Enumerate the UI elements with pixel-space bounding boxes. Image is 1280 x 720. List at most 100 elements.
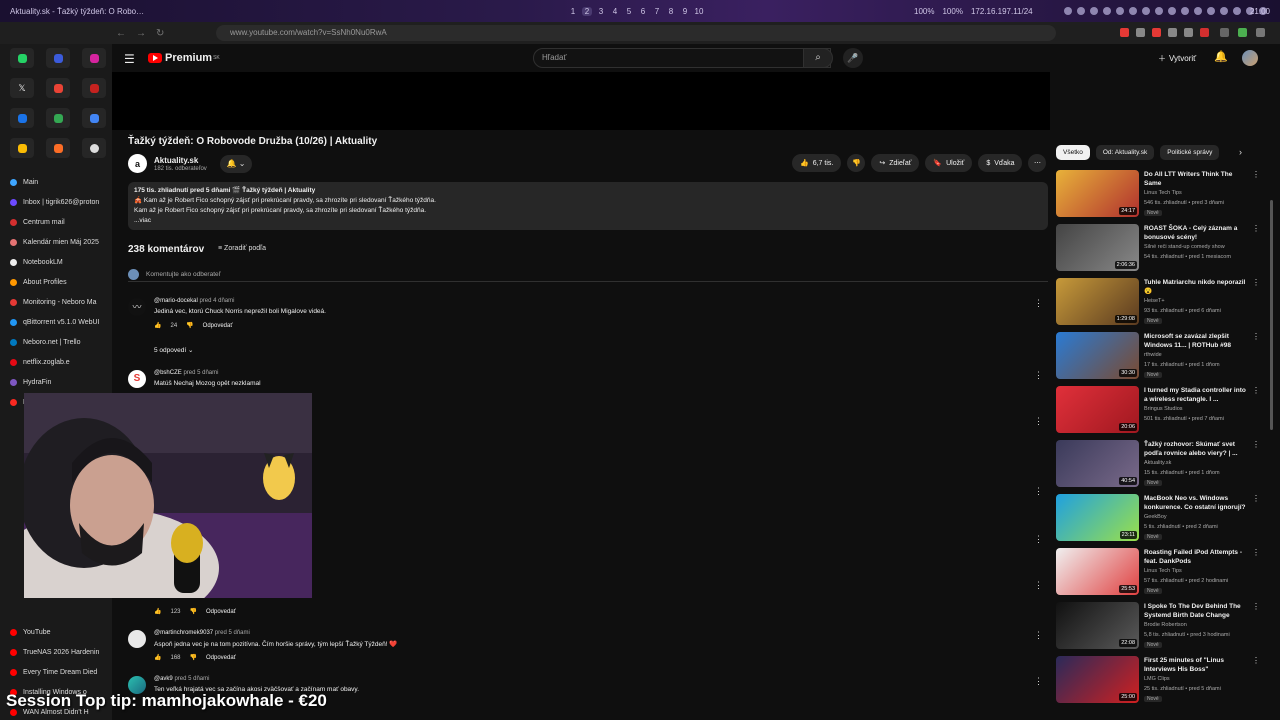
show-more-link[interactable]: ...viac <box>134 216 1042 226</box>
video-menu-icon[interactable]: ⋮ <box>1252 440 1260 449</box>
gitlab-icon[interactable] <box>46 138 70 158</box>
avatar[interactable] <box>1242 50 1258 66</box>
menu-icon[interactable] <box>1256 28 1265 37</box>
add-comment-input[interactable]: Komentujte ako odberateľ <box>146 271 221 278</box>
extension-icon[interactable] <box>1220 28 1229 37</box>
thumbs-up-icon[interactable]: 👍 <box>154 322 161 329</box>
channel-name[interactable]: Brodie Robertson <box>1144 622 1187 628</box>
thumbs-down-icon[interactable]: 👎 <box>186 322 193 329</box>
comment-author-handle[interactable]: @martinchromek9037 <box>154 630 213 636</box>
search-icon[interactable]: ⌕ <box>803 48 833 68</box>
hamburger-menu-icon[interactable]: ☰ <box>124 52 135 66</box>
recommended-video[interactable]: 2:06:36 ROAST ŠOKA - Celý záznam a bonuso… <box>1056 224 1266 272</box>
video-thumbnail[interactable]: 1:29:08 <box>1056 278 1139 325</box>
video-menu-icon[interactable]: ⋮ <box>1252 224 1260 233</box>
reply-button[interactable]: Odpovedať <box>206 655 236 661</box>
back-icon[interactable]: ← <box>116 28 126 39</box>
workspace-5[interactable]: 5 <box>624 7 634 16</box>
filter-chip[interactable]: Politické správy <box>1160 145 1220 160</box>
workspace-6[interactable]: 6 <box>638 7 648 16</box>
comment-author-handle[interactable]: @bshCZE <box>154 370 182 376</box>
extension-icon[interactable] <box>1136 28 1145 37</box>
comment-author-handle[interactable]: @mario-docekal <box>154 298 198 304</box>
filter-chip[interactable]: Od: Aktuality.sk <box>1095 145 1155 160</box>
video-menu-icon[interactable]: ⋮ <box>1252 602 1260 611</box>
show-replies-button[interactable]: 5 odpovedí ⌄ <box>154 346 193 354</box>
sidebar-tab[interactable]: netflix.zoglab.e <box>0 352 112 372</box>
save-button[interactable]: 🔖 Uložiť <box>925 154 973 172</box>
workspace-2[interactable]: 2 <box>582 6 592 16</box>
sidebar-tab[interactable]: Inbox | tigrik626@proton <box>0 192 112 212</box>
thumbs-up-icon[interactable]: 👍 <box>154 608 161 615</box>
video-menu-icon[interactable]: ⋮ <box>1252 332 1260 341</box>
video-thumbnail[interactable]: 30:30 <box>1056 332 1139 379</box>
sidebar-tab[interactable]: qBittorrent v5.1.0 WebUI <box>0 312 112 332</box>
thumbs-up-icon[interactable]: 👍 <box>154 654 161 661</box>
video-thumbnail[interactable]: 2:06:36 <box>1056 224 1139 271</box>
comment-menu-icon[interactable]: ⋮ <box>1034 580 1043 591</box>
thumbs-down-icon[interactable]: 👎 <box>190 608 197 615</box>
video-menu-icon[interactable]: ⋮ <box>1252 494 1260 503</box>
reply-button[interactable]: Odpovedať <box>206 609 236 615</box>
comment-menu-icon[interactable]: ⋮ <box>1034 416 1043 427</box>
share-button[interactable]: ↪ Zdieľať <box>871 154 920 172</box>
docs-icon[interactable] <box>82 108 106 128</box>
notifications-bell-icon[interactable]: 🔔 <box>1214 50 1228 63</box>
sidebar-tab[interactable]: TrueNAS 2026 Hardenin <box>0 642 112 662</box>
extension-icon[interactable] <box>1152 28 1161 37</box>
comment-menu-icon[interactable]: ⋮ <box>1034 676 1043 687</box>
recommended-video[interactable]: 40:54 Ťažký rozhovor: Skúmať svet podľa r… <box>1056 440 1266 488</box>
channel-name[interactable]: LMG Clips <box>1144 676 1170 682</box>
search-input[interactable]: Hľadať <box>533 48 831 68</box>
sidebar-tab[interactable]: Neboro.net | Trello <box>0 332 112 352</box>
video-title[interactable]: Roasting Failed iPod Attempts - feat. Da… <box>1144 548 1250 566</box>
video-title[interactable]: I turned my Stadia controller into a wir… <box>1144 386 1250 404</box>
extension-icon[interactable] <box>1184 28 1193 37</box>
video-menu-icon[interactable]: ⋮ <box>1252 656 1260 665</box>
commenter-avatar[interactable]: 〰 <box>128 298 146 316</box>
extension-icon[interactable] <box>1120 28 1129 37</box>
sidebar-tab[interactable]: NotebookLM <box>0 252 112 272</box>
like-button[interactable]: 👍 6,7 tis. <box>792 154 842 172</box>
video-title[interactable]: Do All LTT Writers Think The Same <box>1144 170 1250 188</box>
channel-name[interactable]: Aktuality.sk <box>1144 460 1171 466</box>
comment-menu-icon[interactable]: ⋮ <box>1034 298 1043 309</box>
video-player[interactable] <box>112 72 1050 130</box>
workspace-switcher[interactable]: 1 2 3 4 5 6 7 8 9 10 <box>568 6 704 16</box>
sidebar-tab[interactable]: Main <box>0 172 112 192</box>
channel-avatar[interactable]: a <box>128 154 147 173</box>
workspace-9[interactable]: 9 <box>680 7 690 16</box>
commenter-avatar[interactable]: S <box>128 370 146 388</box>
video-thumbnail[interactable]: 24:17 <box>1056 170 1139 217</box>
comment-menu-icon[interactable]: ⋮ <box>1034 486 1043 497</box>
video-menu-icon[interactable]: ⋮ <box>1252 548 1260 557</box>
channel-name[interactable]: Aktuality.sk <box>154 156 198 165</box>
subscription-bell-button[interactable]: 🔔 ⌄ <box>220 155 252 173</box>
video-title[interactable]: I Spoke To The Dev Behind The Systemd Bi… <box>1144 602 1250 620</box>
scrollbar[interactable] <box>1270 200 1273 430</box>
extension-icon[interactable] <box>1168 28 1177 37</box>
whatsapp-icon[interactable] <box>10 48 34 68</box>
video-thumbnail[interactable]: 22:08 <box>1056 602 1139 649</box>
video-thumbnail[interactable]: 20:06 <box>1056 386 1139 433</box>
thumbs-down-icon[interactable]: 👎 <box>190 654 197 661</box>
sidebar-tab[interactable]: YouTube <box>0 622 112 642</box>
video-thumbnail[interactable]: 23:11 <box>1056 494 1139 541</box>
video-title[interactable]: First 25 minutes of "Linus Interviews Hi… <box>1144 656 1250 674</box>
workspace-4[interactable]: 4 <box>610 7 620 16</box>
video-title[interactable]: Ťažký rozhovor: Skúmať svet podľa rovnic… <box>1144 440 1250 458</box>
recommended-video[interactable]: 22:08 I Spoke To The Dev Behind The Syste… <box>1056 602 1266 650</box>
reply-button[interactable]: Odpovedať <box>203 323 233 329</box>
description-box[interactable]: 175 tis. zhliadnutí pred 5 dňami 🎬 Ťažký… <box>128 182 1048 230</box>
sidebar-tab[interactable]: Every Time Dream Died <box>0 662 112 682</box>
messenger-icon[interactable] <box>46 48 70 68</box>
video-title[interactable]: MacBook Neo vs. Windows konkurence. Co o… <box>1144 494 1250 512</box>
recommended-video[interactable]: 25:00 First 25 minutes of "Linus Intervie… <box>1056 656 1266 704</box>
video-thumbnail[interactable]: 25:00 <box>1056 656 1139 703</box>
channel-name[interactable]: Linus Tech Tips <box>1144 190 1182 196</box>
reload-icon[interactable]: ↻ <box>156 28 164 39</box>
video-title[interactable]: ROAST ŠOKA - Celý záznam a bonusové scén… <box>1144 224 1250 242</box>
more-actions-icon[interactable]: ⋯ <box>1028 154 1047 172</box>
workspace-7[interactable]: 7 <box>652 7 662 16</box>
workspace-8[interactable]: 8 <box>666 7 676 16</box>
